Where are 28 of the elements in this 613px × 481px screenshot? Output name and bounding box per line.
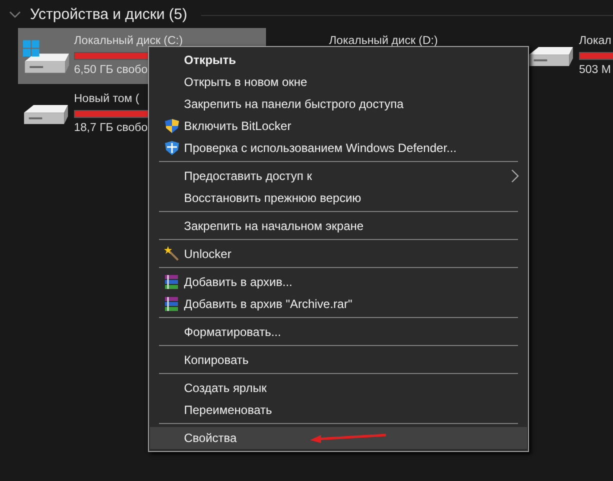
books-icon [164,296,180,312]
section-title: Устройства и диски (5) [30,4,188,25]
menu-item[interactable]: Закрепить на панели быстрого доступа [150,93,527,115]
menu-item[interactable]: Добавить в архив "Archive.rar" [150,293,527,315]
shield-icon [164,118,180,134]
menu-item[interactable]: Проверка с использованием Windows Defender... [150,137,527,159]
menu-item[interactable]: Восстановить прежнюю версию [150,187,527,209]
menu-item[interactable]: Unlocker [150,243,527,265]
menu-item[interactable]: Переименовать [150,399,527,421]
shield-icon [164,140,180,156]
drive-name: Локал [579,34,612,49]
free-space-text: 503 М [579,62,611,78]
drive-name: Локальный диск (C:) [74,34,183,49]
chevron-right-icon [511,169,519,183]
menu-item[interactable]: Включить BitLocker [150,115,527,137]
menu-item[interactable]: Закрепить на начальном экране [150,215,527,237]
menu-item[interactable]: Копировать [150,349,527,371]
free-space-text: 6,50 ГБ свобо [74,62,148,78]
menu-item[interactable]: Предоставить доступ к [150,165,527,187]
books-icon [164,274,180,290]
magic-wand-icon [164,246,180,262]
drive-name: Новый том ( [74,92,140,107]
menu-item[interactable]: Создать ярлык [150,377,527,399]
menu-item[interactable]: Свойства [150,427,527,449]
drive-name: Локальный диск (D:) [329,34,438,49]
free-space-text: 18,7 ГБ свобо [74,120,148,136]
menu-item[interactable]: Форматировать... [150,321,527,343]
menu-item[interactable]: Добавить в архив... [150,271,527,293]
